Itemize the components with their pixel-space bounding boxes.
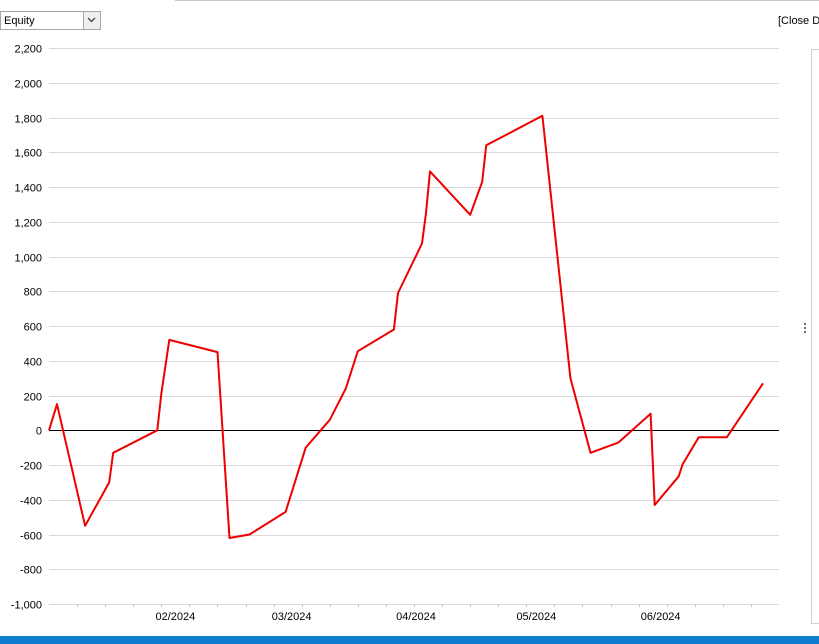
x-tick-label: 02/2024	[155, 611, 195, 623]
grid-layer	[49, 48, 779, 605]
y-tick-label: 400	[24, 357, 42, 369]
x-tick-label: 04/2024	[396, 611, 436, 623]
y-tick-label: 1,800	[14, 114, 42, 126]
y-tick-label: -800	[20, 565, 42, 577]
equity-chart[interactable]: -1,000 -800 -600 -400 -200 0 200 400 600 800 1,000…	[0, 0, 819, 644]
y-tick-label: 1,200	[14, 218, 42, 230]
x-tick-label: 06/2024	[641, 611, 681, 623]
x-tick-label: 03/2024	[272, 611, 312, 623]
y-tick-label: 2,200	[14, 44, 42, 56]
side-panel	[811, 49, 819, 624]
y-tick-label: 800	[24, 287, 42, 299]
y-tick-label: 600	[24, 322, 42, 334]
y-tick-label: -1,000	[11, 600, 42, 612]
y-tick-label: 1,600	[14, 148, 42, 160]
axis-layer: -1,000 -800 -600 -400 -200 0 200 400 600 800 1,000…	[11, 44, 779, 623]
status-bar	[0, 636, 819, 644]
splitter-grip-icon[interactable]	[803, 323, 807, 337]
y-tick-label: -600	[20, 531, 42, 543]
chart-window: Equity [Close Da -1,000-800-600-400-2000…	[0, 0, 819, 644]
y-tick-label: -400	[20, 496, 42, 508]
x-tick-label: 05/2024	[516, 611, 556, 623]
y-tick-label: 0	[36, 426, 42, 438]
y-tick-label: 1,000	[14, 253, 42, 265]
y-tick-label: -200	[20, 461, 42, 473]
y-tick-label: 200	[24, 392, 42, 404]
y-tick-label: 1,400	[14, 183, 42, 195]
y-tick-label: 2,000	[14, 79, 42, 91]
